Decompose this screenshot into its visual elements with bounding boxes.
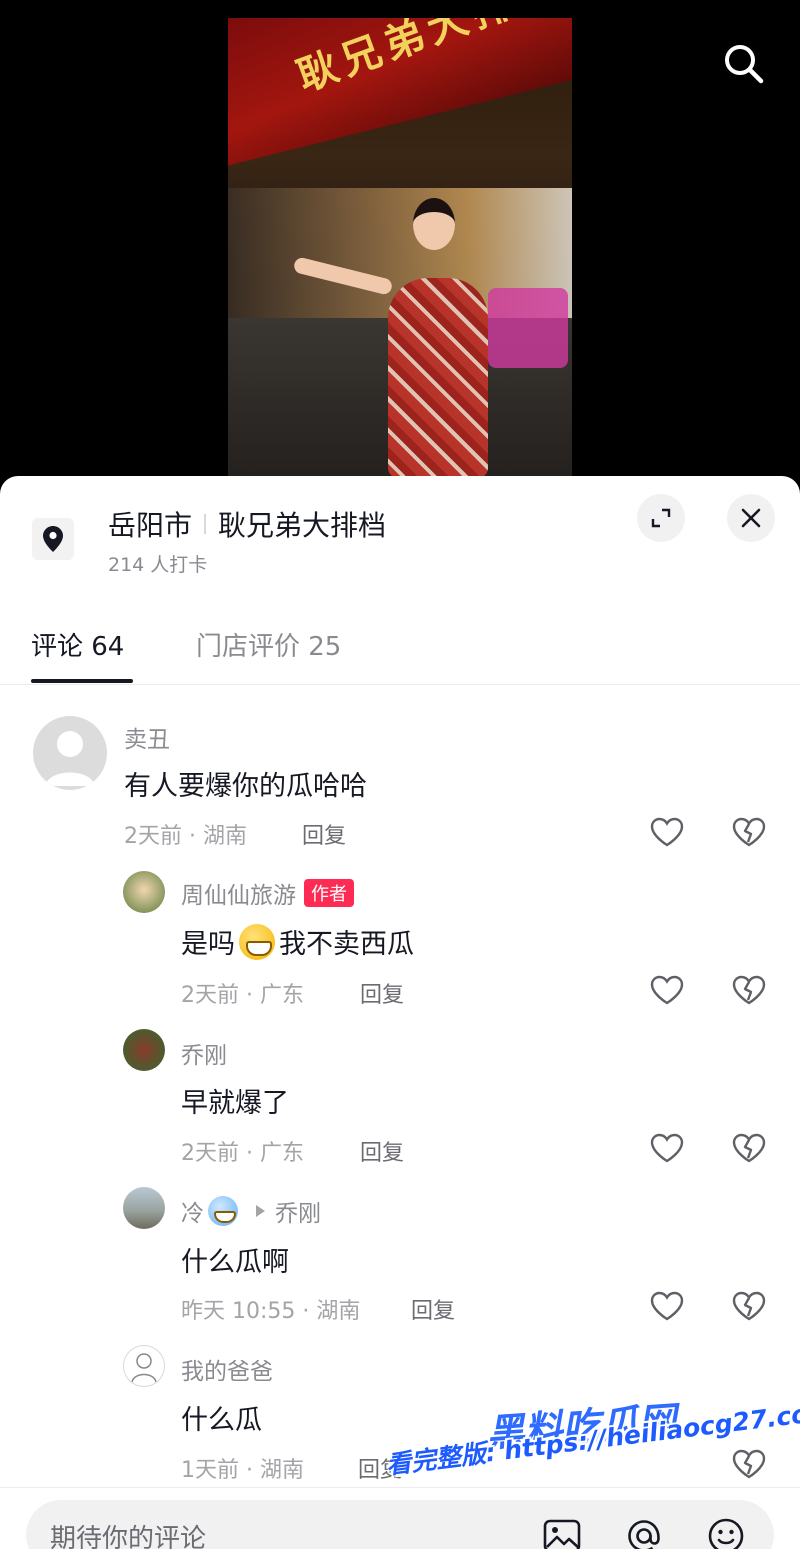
comment-meta: 2天前 · 广东	[181, 1141, 304, 1166]
avatar[interactable]	[123, 1187, 165, 1229]
comment-input-placeholder: 期待你的评论	[50, 1524, 207, 1549]
location-pin-icon	[32, 518, 74, 560]
smiley-icon	[708, 1518, 744, 1549]
expand-button[interactable]	[637, 494, 685, 542]
store-name: 耿兄弟大排档	[218, 509, 387, 542]
author-badge: 作者	[304, 879, 354, 907]
video-frame: 耿兄弟大排档	[228, 18, 572, 480]
tab-comments[interactable]: 评论 64	[31, 626, 124, 663]
reply-button[interactable]: 回复	[360, 1135, 404, 1167]
broken-heart-icon	[732, 975, 766, 1005]
close-icon	[741, 508, 761, 528]
video-player[interactable]: 耿兄弟大排档	[0, 0, 800, 490]
close-button[interactable]	[727, 494, 775, 542]
grin-emoji-icon	[239, 923, 275, 960]
location-title[interactable]: 岳阳市 耿兄弟大排档	[108, 504, 386, 544]
checkin-count: 214 人打卡	[108, 554, 208, 576]
emoji-button[interactable]	[704, 1514, 748, 1549]
dislike-button[interactable]	[731, 814, 767, 850]
like-button[interactable]	[649, 972, 685, 1008]
broken-heart-icon	[732, 1133, 766, 1163]
comment-author[interactable]: 卖丑	[124, 720, 170, 754]
presenter	[292, 198, 488, 480]
comment-meta: 2天前 · 湖南	[124, 824, 247, 849]
comment-text: 什么瓜	[181, 1405, 262, 1436]
reply-button[interactable]: 回复	[360, 977, 404, 1009]
heart-icon	[650, 817, 684, 847]
comment-meta: 1天前 · 湖南	[181, 1458, 304, 1483]
avatar[interactable]	[123, 1345, 165, 1387]
comment-author[interactable]: 我的爸爸	[181, 1352, 273, 1386]
dislike-button[interactable]	[731, 1446, 767, 1482]
cold-face-emoji-icon	[208, 1196, 238, 1226]
broken-heart-icon	[732, 1449, 766, 1479]
reply-arrow-icon	[256, 1205, 265, 1217]
avatar[interactable]	[123, 1029, 165, 1071]
tab-underline	[31, 679, 133, 683]
avatar[interactable]	[123, 871, 165, 913]
comment-author[interactable]: 乔刚	[181, 1036, 227, 1070]
city-name: 岳阳市	[108, 509, 193, 542]
like-button[interactable]	[649, 1130, 685, 1166]
dislike-button[interactable]	[731, 972, 767, 1008]
comment-text: 早就爆了	[181, 1088, 289, 1119]
avatar[interactable]	[33, 716, 107, 790]
comment-text: 什么瓜啊	[181, 1247, 289, 1278]
reply-button[interactable]: 回复	[302, 818, 346, 850]
reply-button[interactable]: 回复	[411, 1293, 455, 1325]
comment-meta: 昨天 10:55 · 湖南	[181, 1299, 361, 1324]
search-button[interactable]	[716, 36, 770, 90]
heart-icon	[650, 975, 684, 1005]
reply-target: 乔刚	[275, 1201, 321, 1227]
comment-author[interactable]: 冷 乔刚	[181, 1194, 321, 1228]
dislike-button[interactable]	[731, 1130, 767, 1166]
broken-heart-icon	[732, 1291, 766, 1321]
like-button[interactable]	[649, 1288, 685, 1324]
dislike-button[interactable]	[731, 1288, 767, 1324]
heart-icon	[650, 1133, 684, 1163]
like-button[interactable]	[649, 814, 685, 850]
image-button[interactable]	[540, 1514, 584, 1549]
comment-text: 是吗 我不卖西瓜	[181, 922, 414, 961]
heart-icon	[650, 1291, 684, 1321]
at-icon	[628, 1520, 660, 1549]
comment-author[interactable]: 周仙仙旅游 作者	[181, 876, 354, 910]
comment-meta: 2天前 · 广东	[181, 983, 304, 1008]
search-icon	[725, 45, 764, 84]
comment-text: 有人要爆你的瓜哈哈	[124, 771, 367, 802]
expand-icon	[651, 508, 671, 528]
tab-store-reviews[interactable]: 门店评价 25	[196, 626, 341, 663]
mention-button[interactable]	[622, 1514, 666, 1549]
image-icon	[543, 1519, 581, 1549]
broken-heart-icon	[732, 817, 766, 847]
